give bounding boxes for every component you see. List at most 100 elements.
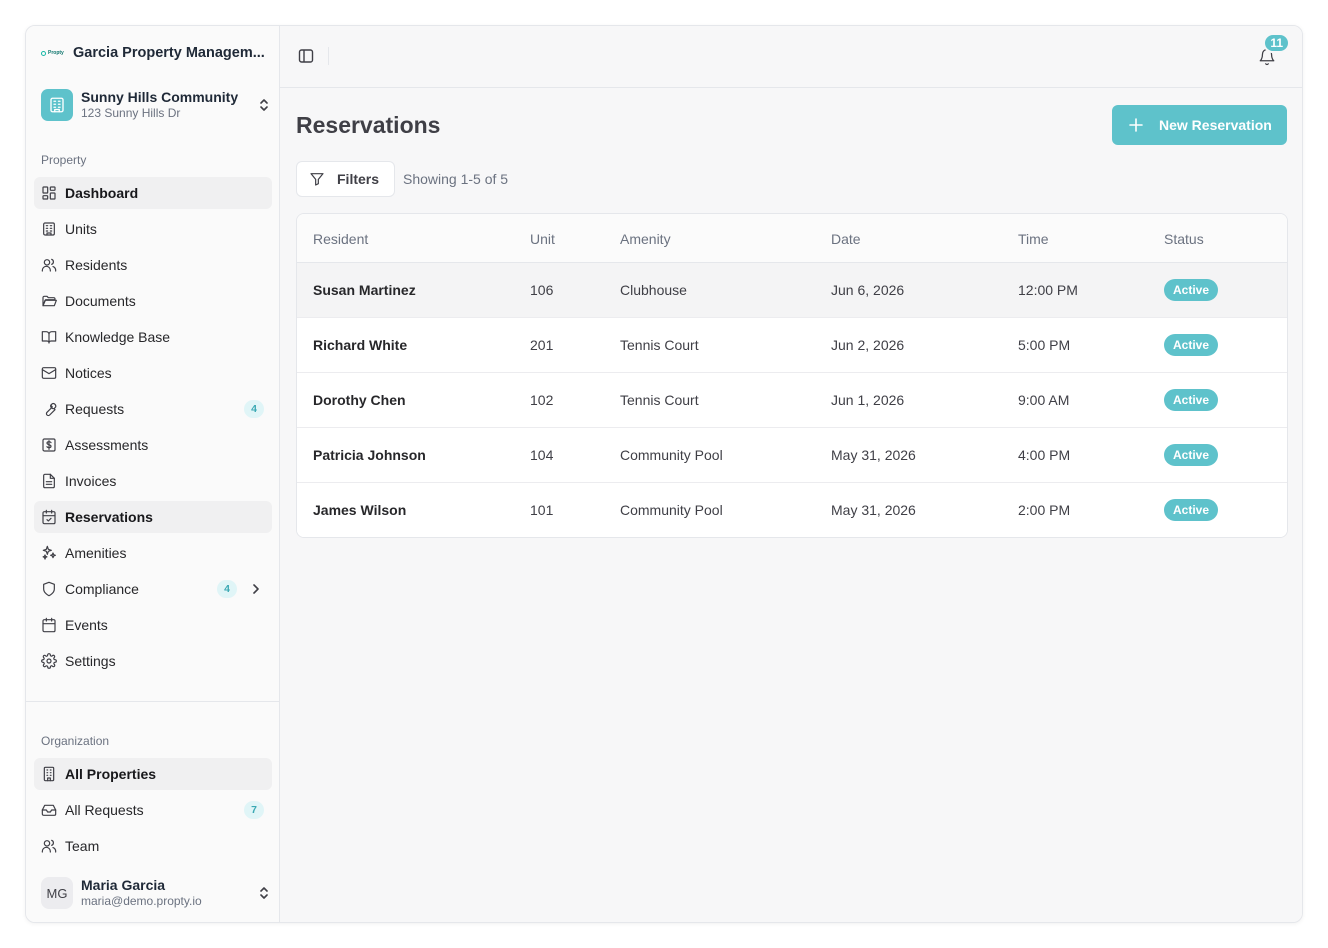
table-row[interactable]: Susan Martinez 106 Clubhouse Jun 6, 2026 12:… xyxy=(297,263,1287,318)
showing-count: Showing 1-5 of 5 xyxy=(403,171,509,187)
cell-date: May 31, 2026 xyxy=(831,502,916,518)
sidebar-item-settings[interactable]: Settings xyxy=(34,645,272,677)
sidebar-item-events[interactable]: Events xyxy=(34,609,272,641)
gear-icon xyxy=(41,653,57,669)
building-icon xyxy=(41,221,57,237)
sidebar: Propty Garcia Property Managem... Sunny … xyxy=(26,26,280,922)
building-office-icon xyxy=(41,766,57,782)
shield-icon xyxy=(41,581,57,597)
table-row[interactable]: James Wilson 101 Community Pool May 31, 202… xyxy=(297,483,1287,537)
sidebar-item-units[interactable]: Units xyxy=(34,213,272,245)
calendar-check-icon xyxy=(41,509,57,525)
cell-unit: 102 xyxy=(530,392,554,408)
count-badge: 7 xyxy=(244,801,264,819)
sidebar-item-label: Amenities xyxy=(65,545,127,561)
sidebar-item-knowledge-base[interactable]: Knowledge Base xyxy=(34,321,272,353)
column-header-date[interactable]: Date xyxy=(831,231,861,247)
cell-resident: Richard White xyxy=(313,337,408,353)
count-badge: 4 xyxy=(217,580,237,598)
chevron-right-icon[interactable] xyxy=(250,583,262,595)
sidebar-item-team[interactable]: Team xyxy=(34,830,272,862)
cell-amenity: Community Pool xyxy=(620,447,723,463)
sidebar-item-amenities[interactable]: Amenities xyxy=(34,537,272,569)
user-menu[interactable]: MG Maria Garcia maria@demo.propty.io xyxy=(41,876,271,910)
sidebar-item-label: Notices xyxy=(65,365,112,381)
sidebar-item-reservations[interactable]: Reservations xyxy=(34,501,272,533)
avatar: MG xyxy=(41,877,73,909)
sidebar-item-label: Invoices xyxy=(65,473,117,489)
status-badge: Active xyxy=(1164,279,1219,301)
sidebar-item-documents[interactable]: Documents xyxy=(34,285,272,317)
table-row[interactable]: Dorothy Chen 102 Tennis Court Jun 1, 2026 9:… xyxy=(297,373,1287,428)
folder-icon xyxy=(41,293,57,309)
cell-date: May 31, 2026 xyxy=(831,447,916,463)
count-badge: 4 xyxy=(244,400,264,418)
users-icon xyxy=(41,838,57,854)
community-name: Sunny Hills Community xyxy=(81,89,239,105)
new-reservation-button[interactable]: New Reservation xyxy=(1112,105,1287,145)
sidebar-item-label: Requests xyxy=(65,401,125,417)
sidebar-item-all-requests[interactable]: All Requests 7 xyxy=(34,794,272,826)
sidebar-item-label: Settings xyxy=(65,653,116,669)
status-badge: Active xyxy=(1164,444,1219,466)
calendar-icon xyxy=(41,617,57,633)
community-switcher[interactable]: Sunny Hills Community 123 Sunny Hills Dr xyxy=(41,88,271,122)
file-icon xyxy=(41,473,57,489)
sidebar-item-all-properties[interactable]: All Properties xyxy=(34,758,272,790)
cell-amenity: Tennis Court xyxy=(620,392,699,408)
column-header-status[interactable]: Status xyxy=(1164,231,1204,247)
notification-badge: 11 xyxy=(1263,33,1290,53)
building-icon xyxy=(41,89,73,121)
sidebar-item-label: Assessments xyxy=(65,437,149,453)
column-header-resident[interactable]: Resident xyxy=(313,231,368,247)
cell-resident: Dorothy Chen xyxy=(313,392,406,408)
cell-time: 9:00 AM xyxy=(1018,392,1070,408)
org-switcher[interactable]: Propty Garcia Property Managem... xyxy=(41,43,271,63)
cell-resident: James Wilson xyxy=(313,502,407,518)
dashboard-icon xyxy=(41,185,57,201)
org-name: Garcia Property Managem... xyxy=(73,45,265,61)
sidebar-item-requests[interactable]: Requests 4 xyxy=(34,393,272,425)
filters-label: Filters xyxy=(337,171,380,187)
topbar-separator xyxy=(328,47,329,65)
sidebar-item-label: Reservations xyxy=(65,509,153,525)
sidebar-item-label: All Requests xyxy=(65,802,144,818)
sidebar-item-compliance[interactable]: Compliance 4 xyxy=(34,573,272,605)
dollar-icon xyxy=(41,437,57,453)
cell-amenity: Community Pool xyxy=(620,502,723,518)
cell-amenity: Clubhouse xyxy=(620,282,687,298)
plus-icon xyxy=(1129,118,1143,132)
sidebar-item-label: Documents xyxy=(65,293,136,309)
main-content: 11 Reservations New Reservation Filters … xyxy=(280,26,1302,922)
filters-button[interactable]: Filters xyxy=(296,161,395,197)
sidebar-item-assessments[interactable]: Assessments xyxy=(34,429,272,461)
sidebar-item-label: Knowledge Base xyxy=(65,329,171,345)
organization-section-label: Organization xyxy=(41,734,110,748)
status-badge: Active xyxy=(1164,334,1219,356)
table-row[interactable]: Patricia Johnson 104 Community Pool May 31,… xyxy=(297,428,1287,483)
app-window: Propty Garcia Property Managem... Sunny … xyxy=(25,25,1303,923)
sidebar-item-dashboard[interactable]: Dashboard xyxy=(34,177,272,209)
sidebar-item-notices[interactable]: Notices xyxy=(34,357,272,389)
table-row[interactable]: Richard White 201 Tennis Court Jun 2, 2026 5… xyxy=(297,318,1287,373)
sidebar-item-label: All Properties xyxy=(65,766,157,782)
sparkles-icon xyxy=(41,545,57,561)
sidebar-item-label: Team xyxy=(65,838,100,854)
cell-unit: 104 xyxy=(530,447,554,463)
filter-icon xyxy=(310,173,324,186)
sidebar-item-invoices[interactable]: Invoices xyxy=(34,465,272,497)
reservations-table: Resident Unit Amenity Date Time Status S… xyxy=(296,213,1288,538)
cell-time: 5:00 PM xyxy=(1018,337,1071,353)
sidebar-item-label: Dashboard xyxy=(65,185,139,201)
community-address: 123 Sunny Hills Dr xyxy=(81,106,181,120)
propty-logo: Propty xyxy=(41,50,65,56)
wrench-icon xyxy=(41,401,57,417)
sidebar-item-residents[interactable]: Residents xyxy=(34,249,272,281)
column-header-amenity[interactable]: Amenity xyxy=(620,231,671,247)
sidebar-toggle-icon[interactable] xyxy=(298,48,314,64)
status-badge: Active xyxy=(1164,499,1219,521)
cell-resident: Susan Martinez xyxy=(313,282,416,298)
column-header-time[interactable]: Time xyxy=(1018,231,1049,247)
column-header-unit[interactable]: Unit xyxy=(530,231,555,247)
sidebar-item-label: Compliance xyxy=(65,581,139,597)
